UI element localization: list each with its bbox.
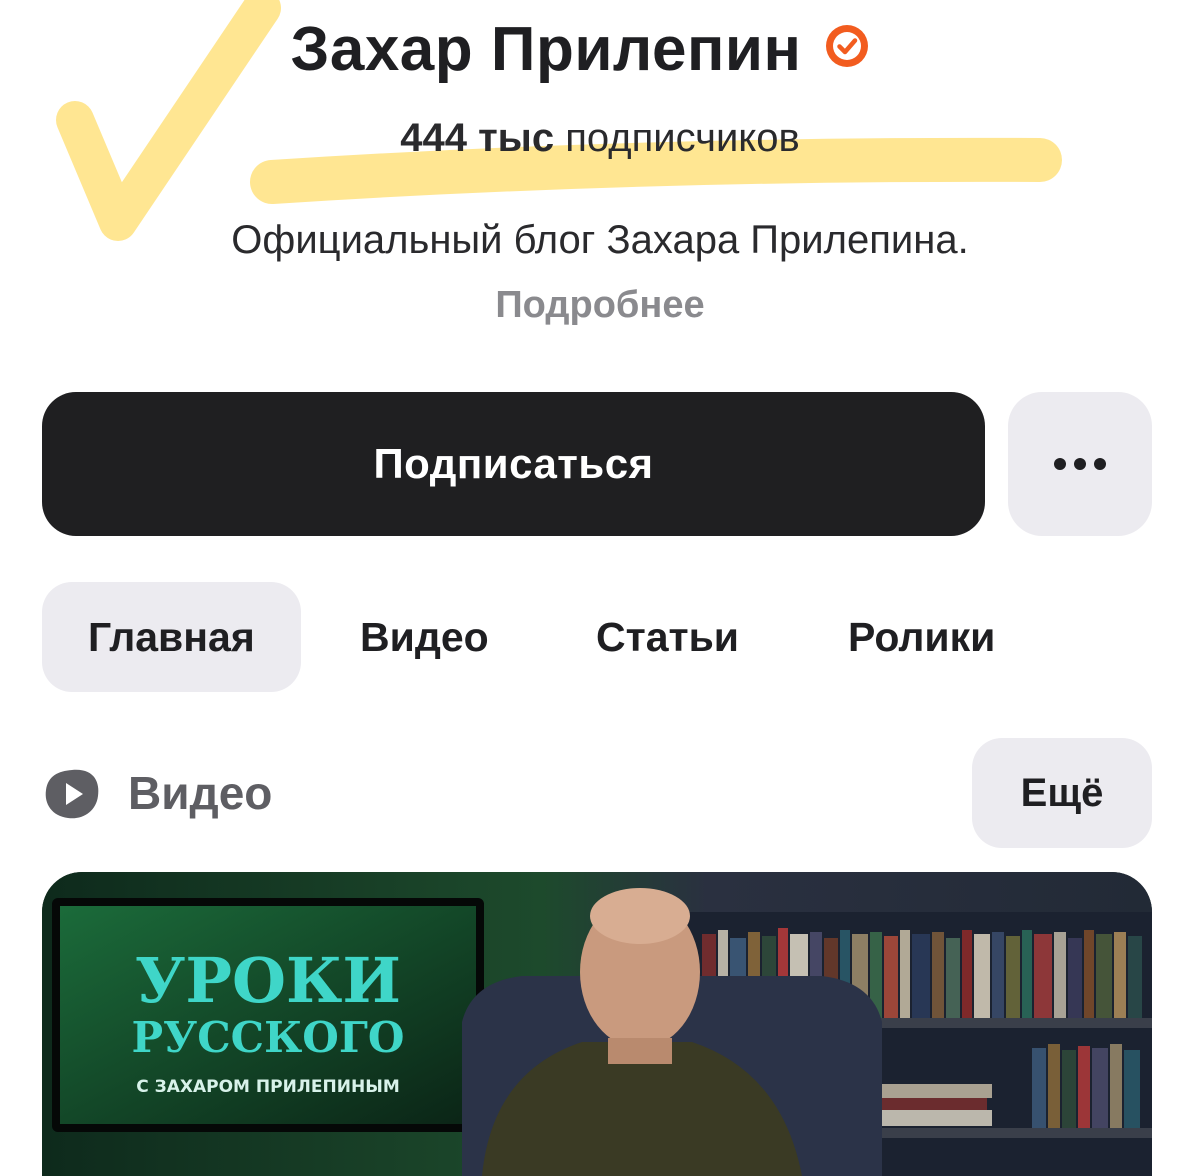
channel-page: Захар Прилепин 444 тыс подписчиков Офици…	[0, 0, 1200, 1176]
more-videos-button[interactable]: Ещё	[972, 738, 1152, 848]
thumbnail-title-1: УРОКИ	[135, 944, 401, 1017]
channel-description: Официальный блог Захара Прилепина.	[231, 218, 969, 262]
video-play-icon	[45, 769, 99, 819]
channel-name: Захар Прилепин	[290, 15, 802, 84]
subscribe-button[interactable]: Подписаться	[42, 392, 985, 536]
more-info-link[interactable]: Подробнее	[0, 284, 1200, 327]
video-section-header: Видео Ещё	[42, 738, 1152, 848]
tab-articles[interactable]: Статьи	[596, 582, 739, 692]
more-options-button[interactable]	[1008, 392, 1152, 536]
video-section-title: Видео	[128, 767, 273, 819]
subscriber-number: 444 тыс	[400, 116, 555, 160]
subscriber-count: 444 тыс подписчиков	[0, 116, 1200, 161]
ellipsis-icon	[1054, 458, 1106, 470]
tab-shorts[interactable]: Ролики	[848, 582, 995, 692]
video-card[interactable]: УРОКИ РУССКОГО С ЗАХАРОМ ПРИЛЕПИНЫМ	[42, 872, 1152, 1176]
thumbnail-subtitle: С ЗАХАРОМ ПРИЛЕПИНЫМ	[136, 1077, 400, 1097]
tab-video[interactable]: Видео	[360, 582, 489, 692]
thumbnail-title-2: РУССКОГО	[132, 1013, 405, 1062]
title-row: Захар Прилепин	[0, 14, 1200, 85]
video-thumbnail: УРОКИ РУССКОГО С ЗАХАРОМ ПРИЛЕПИНЫМ	[42, 872, 1152, 1176]
subscriber-label: подписчиков	[565, 116, 800, 160]
highlighter-underline	[250, 137, 1062, 204]
verified-badge-icon	[825, 24, 868, 67]
tab-main[interactable]: Главная	[42, 582, 301, 692]
